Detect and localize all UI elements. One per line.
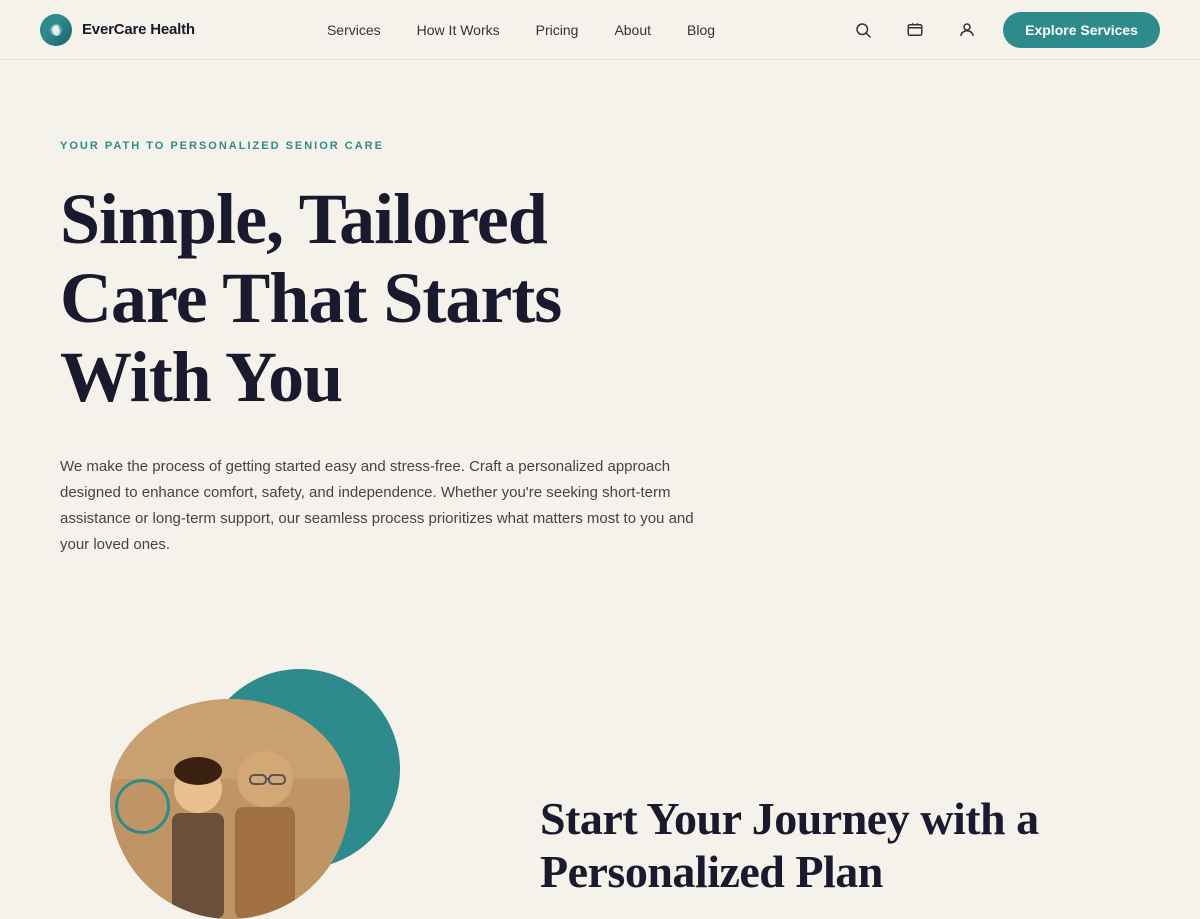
cart-icon — [906, 21, 924, 39]
search-icon — [854, 21, 872, 39]
lower-section: Start Your Journey with a Personalized P… — [0, 639, 1200, 919]
nav-links: Services How It Works Pricing About Blog — [327, 22, 715, 38]
cart-button[interactable] — [899, 14, 931, 46]
hero-title: Simple, Tailored Care That Starts With Y… — [60, 180, 700, 418]
nav-item-services[interactable]: Services — [327, 22, 381, 38]
navbar: EverCare Health Services How It Works Pr… — [0, 0, 1200, 60]
nav-item-blog[interactable]: Blog — [687, 22, 715, 38]
user-icon — [958, 21, 976, 39]
nav-item-pricing[interactable]: Pricing — [536, 22, 579, 38]
explore-services-button[interactable]: Explore Services — [1003, 12, 1160, 48]
hero-section: YOUR PATH TO PERSONALIZED SENIOR CARE Si… — [0, 60, 1200, 919]
logo-icon — [40, 14, 72, 46]
hero-content: YOUR PATH TO PERSONALIZED SENIOR CARE Si… — [0, 60, 760, 619]
nav-right: Explore Services — [847, 12, 1160, 48]
nav-link-about[interactable]: About — [614, 22, 651, 38]
nav-item-how-it-works[interactable]: How It Works — [417, 22, 500, 38]
leaf-icon — [47, 21, 65, 39]
hero-image-container — [0, 639, 460, 919]
lower-right-content: Start Your Journey with a Personalized P… — [460, 793, 1200, 919]
nav-link-pricing[interactable]: Pricing — [536, 22, 579, 38]
hero-description: We make the process of getting started e… — [60, 454, 700, 559]
lower-title: Start Your Journey with a Personalized P… — [540, 793, 1140, 899]
outline-circle-decoration — [115, 779, 170, 834]
search-button[interactable] — [847, 14, 879, 46]
user-button[interactable] — [951, 14, 983, 46]
nav-item-about[interactable]: About — [614, 22, 651, 38]
logo-link[interactable]: EverCare Health — [40, 14, 195, 46]
brand-name: EverCare Health — [82, 21, 195, 38]
nav-link-blog[interactable]: Blog — [687, 22, 715, 38]
hero-label: YOUR PATH TO PERSONALIZED SENIOR CARE — [60, 140, 700, 152]
nav-link-services[interactable]: Services — [327, 22, 381, 38]
nav-link-how-it-works[interactable]: How It Works — [417, 22, 500, 38]
